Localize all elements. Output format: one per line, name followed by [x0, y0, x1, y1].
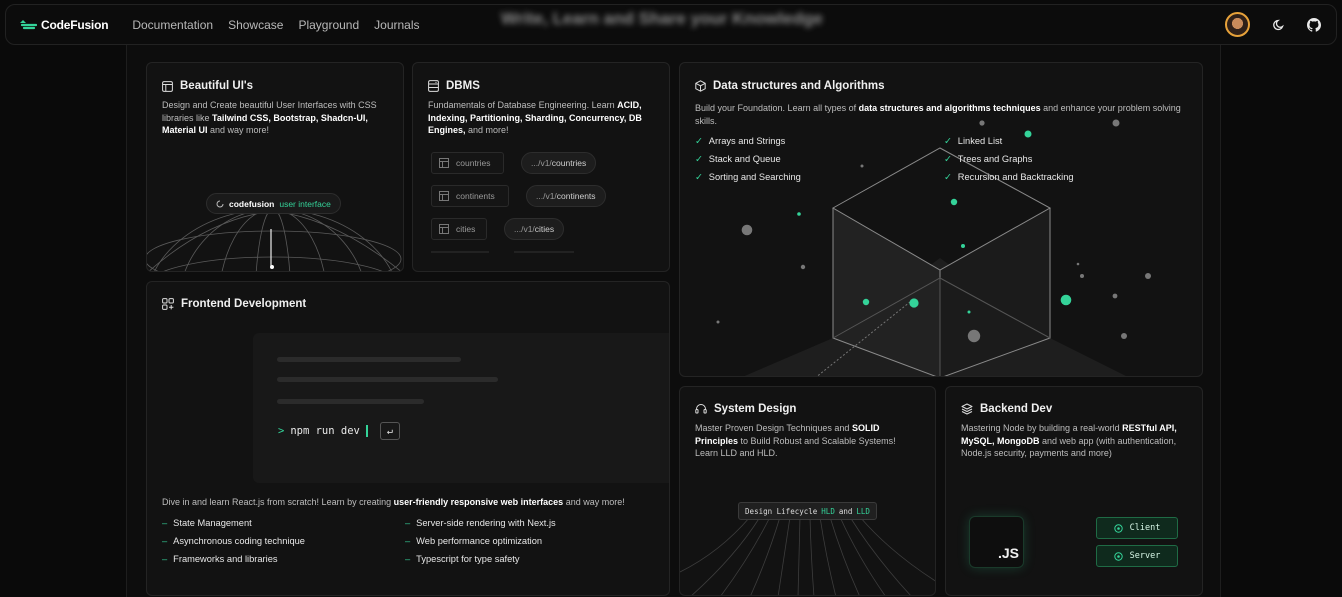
- placeholder-line: [277, 357, 461, 362]
- codefusion-ui-badge: codefusion user interface: [206, 193, 341, 214]
- topic-item: – Frameworks and libraries: [162, 554, 278, 564]
- card-title-text: DBMS: [446, 80, 480, 92]
- terminal-command-text: npm run dev: [290, 425, 360, 437]
- table-icon: [439, 191, 449, 201]
- client-button[interactable]: Client: [1096, 517, 1178, 539]
- topic-item: ✓ Linked List: [944, 136, 1003, 146]
- faded-row: [431, 251, 489, 253]
- perspective-lines-illustration: [680, 516, 935, 595]
- route-pill-cities: .../v1/cities: [504, 218, 565, 240]
- card-title: System Design: [695, 403, 796, 415]
- bento-container: Beautiful UI's Design and Create beautif…: [126, 45, 1221, 597]
- placeholder-line: [277, 377, 498, 382]
- target-icon: [1113, 523, 1123, 533]
- nav-link-documentation[interactable]: Documentation: [132, 18, 213, 32]
- theme-toggle-moon-icon[interactable]: [1271, 17, 1287, 33]
- card-description: Dive in and learn React.js from scratch!…: [162, 497, 625, 507]
- table-name: countries: [456, 158, 491, 168]
- card-title-text: Backend Dev: [980, 403, 1053, 415]
- target-icon: [1113, 551, 1123, 561]
- nav-link-journals[interactable]: Journals: [374, 18, 419, 32]
- table-chip-countries: countries: [431, 152, 504, 174]
- headset-icon: [695, 404, 707, 414]
- card-description: Design and Create beautiful User Interfa…: [162, 100, 377, 135]
- card-frontend-development[interactable]: Frontend Development > npm run dev ↵ Div…: [146, 281, 670, 596]
- topic-item: ✓ Sorting and Searching: [695, 172, 801, 182]
- top-navbar: CodeFusion Documentation Showcase Playgr…: [5, 4, 1337, 45]
- enter-key-icon[interactable]: ↵: [379, 422, 400, 440]
- card-system-design[interactable]: System Design Master Proven Design Techn…: [679, 386, 936, 596]
- codefusion-logo-icon: [20, 19, 37, 29]
- brand-logo[interactable]: CodeFusion: [19, 17, 109, 32]
- card-description: Fundamentals of Database Engineering. Le…: [428, 100, 642, 135]
- topic-item: ✓ Stack and Queue: [695, 154, 781, 164]
- topic-item: – Asynchronous coding technique: [162, 536, 305, 546]
- card-title-text: Data structures and Algorithms: [713, 80, 885, 92]
- cube-icon: [695, 80, 706, 92]
- card-dbms[interactable]: DBMS Fundamentals of Database Engineerin…: [412, 62, 670, 272]
- database-icon: [428, 80, 439, 92]
- components-icon: [162, 298, 174, 310]
- route-pill-countries: .../v1/countries: [521, 152, 597, 174]
- topic-item: – State Management: [162, 518, 252, 528]
- card-title-text: Beautiful UI's: [180, 80, 254, 92]
- nodejs-logo-box: .JS: [970, 517, 1023, 567]
- card-title: Backend Dev: [961, 403, 1052, 415]
- layers-icon: [961, 403, 973, 415]
- brand-name: CodeFusion: [41, 17, 109, 32]
- topic-item: – Typescript for type safety: [405, 554, 520, 564]
- card-beautiful-uis[interactable]: Beautiful UI's Design and Create beautif…: [146, 62, 404, 272]
- card-dsa[interactable]: Data structures and Algorithms Build you…: [679, 62, 1203, 377]
- card-description: Master Proven Design Techniques and SOLI…: [695, 423, 896, 458]
- hero-heading-blurred: Write, Learn and Share your Knowledge: [501, 9, 823, 28]
- terminal-prompt: >: [278, 425, 285, 437]
- topic-item: ✓ Recursion and Backtracking: [944, 172, 1074, 182]
- github-icon[interactable]: [1306, 17, 1322, 33]
- terminal-command: > npm run dev ↵: [278, 422, 400, 440]
- server-button[interactable]: Server: [1096, 545, 1178, 567]
- layout-icon: [162, 80, 173, 92]
- card-title: DBMS: [428, 80, 480, 92]
- table-name: cities: [456, 224, 476, 234]
- card-title: Frontend Development: [162, 298, 306, 310]
- card-title-text: Frontend Development: [181, 298, 307, 310]
- card-title: Data structures and Algorithms: [695, 80, 884, 92]
- badge-accent: user interface: [279, 198, 331, 209]
- table-icon: [439, 158, 449, 168]
- faded-row: [514, 251, 574, 253]
- route-pill-continents: .../v1/continents: [526, 185, 606, 207]
- user-avatar[interactable]: [1225, 12, 1250, 37]
- topic-item: – Web performance optimization: [405, 536, 543, 546]
- terminal-window: > npm run dev ↵: [253, 333, 669, 483]
- topic-item: ✓ Arrays and Strings: [695, 136, 786, 146]
- card-title-text: System Design: [714, 403, 797, 415]
- badge-brand: codefusion: [229, 198, 275, 209]
- table-chip-cities: cities: [431, 218, 487, 240]
- topic-item: – Server-side rendering with Next.js: [405, 518, 556, 528]
- card-title: Beautiful UI's: [162, 80, 253, 92]
- topic-item: ✓ Trees and Graphs: [944, 154, 1033, 164]
- nav-link-showcase[interactable]: Showcase: [228, 18, 283, 32]
- card-backend-dev[interactable]: Backend Dev Mastering Node by building a…: [945, 386, 1203, 596]
- nav-link-playground[interactable]: Playground: [298, 18, 359, 32]
- spinner-icon: [216, 200, 224, 207]
- table-chip-continents: continents: [431, 185, 509, 207]
- card-description: Mastering Node by building a real-world …: [961, 423, 1177, 458]
- card-description: Build your Foundation. Learn all types o…: [695, 103, 1181, 126]
- terminal-cursor: [365, 425, 368, 437]
- placeholder-line: [277, 399, 424, 404]
- design-lifecycle-badge: Design Lifecycle HLD and LLD: [738, 502, 877, 520]
- table-icon: [439, 224, 449, 234]
- table-name: continents: [456, 191, 495, 201]
